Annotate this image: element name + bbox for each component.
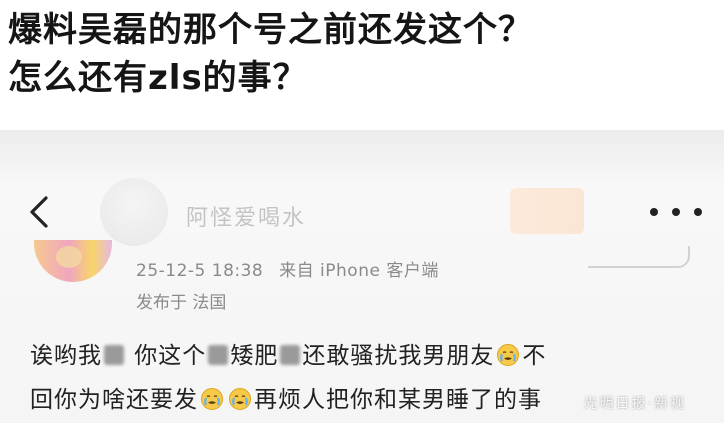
chevron-left-icon — [30, 196, 48, 228]
crying-emoji-icon — [229, 388, 251, 410]
headline: 爆料吴磊的那个号之前还发这个？ 怎么还有zls的事？ — [8, 6, 720, 102]
author-name[interactable]: 阿怪爱喝水 — [186, 200, 306, 232]
post-source: 来自 iPhone 客户端 — [279, 261, 439, 281]
censored-text — [280, 345, 301, 365]
more-options-button[interactable] — [650, 200, 702, 224]
headline-line-1: 爆料吴磊的那个号之前还发这个？ — [8, 10, 533, 50]
post-meta: 25-12-5 18:38 来自 iPhone 客户端 — [136, 256, 449, 281]
headline-line-2: 怎么还有zls的事？ — [8, 58, 308, 98]
post-text: 你这个 — [126, 343, 207, 369]
crying-emoji-icon — [201, 388, 223, 410]
crying-emoji-icon — [497, 344, 520, 366]
post-text: 再烦人把你和某男睡了的事 — [254, 387, 542, 413]
dropdown-indicator — [588, 246, 690, 268]
post-text: 回你为啥还要发 — [30, 387, 198, 413]
post-text: 诶哟我 — [30, 343, 102, 369]
post-text: 不 — [522, 343, 547, 369]
post-text: 还敢骚扰我男朋友 — [302, 343, 495, 369]
more-horizontal-icon — [694, 208, 702, 216]
back-button[interactable] — [20, 192, 60, 232]
more-horizontal-icon — [672, 208, 680, 216]
more-horizontal-icon — [650, 208, 658, 216]
page: 爆料吴磊的那个号之前还发这个？ 怎么还有zls的事？ 阿怪爱喝水 25-12-5… — [0, 0, 724, 423]
post-body-line-1: 诶哟我 你这个 矮肥 还敢骚扰我男朋友 不 — [30, 334, 690, 378]
post-location: 发布于 法国 — [136, 293, 227, 313]
post-text: 矮肥 — [230, 343, 279, 369]
post-date: 25-12-5 18:38 — [136, 261, 264, 281]
header-avatar[interactable] — [100, 178, 168, 246]
watermark: 光明日报·新视 — [583, 396, 686, 412]
post-avatar[interactable] — [34, 240, 112, 282]
censored-text — [208, 345, 229, 365]
follow-button[interactable] — [510, 188, 584, 234]
censored-text — [104, 345, 124, 365]
post-screenshot: 阿怪爱喝水 25-12-5 18:38 来自 iPhone 客户端 发布于 法国… — [0, 130, 724, 423]
